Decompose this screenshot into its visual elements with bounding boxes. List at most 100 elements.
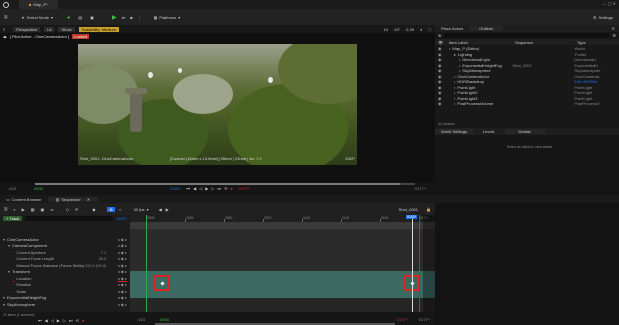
lock-icon[interactable]: 🔒 [426,207,431,212]
col-sequence[interactable]: Sequence [515,40,577,45]
map-tab[interactable]: ■ Map_P* [19,0,58,9]
close-icon[interactable]: ✕ [87,197,90,202]
find-icon[interactable]: ⌕ [13,207,15,212]
lit-button[interactable]: Lit [44,26,55,32]
add-key-icon[interactable]: ◂ ◆ ▸ [118,302,127,307]
track-value[interactable]: 100.0 (00:0) [84,263,107,268]
add-key-icon[interactable]: ◂ ◆ ▸ [118,276,127,281]
record-icon[interactable]: ● [82,318,84,323]
sequencer-scrollbar[interactable] [155,323,395,325]
filter-icon[interactable]: ⚌ [50,207,54,212]
expand-arrow-icon[interactable]: ▾ [3,295,5,300]
shot-track-bar[interactable] [130,222,435,229]
track-bullet-icon[interactable]: · [13,263,14,268]
point-light-icon[interactable] [148,72,153,78]
tab-content-browser[interactable]: ▭ Content Browser [0,197,48,202]
skip-start-icon[interactable]: ⏮ [38,318,42,323]
magnet-icon[interactable]: ∩ [119,207,122,212]
play-button[interactable]: ▶ [112,14,117,21]
add-filter-icon[interactable]: ⊕ [438,33,441,38]
loop-icon[interactable]: ⟲ [76,318,79,323]
scalability-badge[interactable]: Scalability: Medium [78,26,119,32]
grid-snap-value[interactable]: 10 [384,27,388,32]
play-icon[interactable]: ▶ [205,186,208,191]
tab-world-settings[interactable]: World Settings [435,129,473,134]
loop-icon[interactable]: ⟲ [224,186,227,191]
seq-end-frame[interactable]: 0177+ [397,317,408,322]
col-type[interactable]: Type [577,40,586,45]
timeline-area[interactable]: 0000 0025 0050 0075 0100 0125 0150 0175 0152* [130,215,435,312]
track-value[interactable]: 7.2 [84,250,107,255]
step-back-icon[interactable]: ◀ [193,186,196,191]
show-button[interactable]: Show [58,26,75,32]
track-bullet-icon[interactable]: ▾ [8,243,10,248]
track-search-input[interactable] [25,216,113,221]
rotation-snap-value[interactable]: 10° [394,27,400,32]
add-key-icon[interactable]: ◂ ◆ ▸ [118,269,127,274]
platforms-button[interactable]: ▦ Platforms ▾ [154,15,181,20]
render-icon[interactable]: ▶ [22,207,25,212]
add-key-icon[interactable]: ◂ ◆ ▸ [118,282,127,287]
tab-levels[interactable]: Levels [473,129,505,134]
step-forward-icon[interactable]: ▷ [63,318,66,323]
track-bullet-icon[interactable]: · [13,256,14,261]
seq-start-frame[interactable]: -015 [137,317,145,322]
point-light-icon[interactable] [178,68,182,73]
seq-out-frame[interactable]: 0177+ [419,317,430,322]
add-key-icon[interactable]: ◂ ◆ ▸ [118,243,127,248]
step-back-icon[interactable]: ◀ [45,318,48,323]
add-actor-icon[interactable]: ✚ [67,15,70,20]
viewport-scrub-bar[interactable] [35,183,415,185]
playhead-line[interactable] [412,215,413,312]
settings-icon[interactable]: ⚙ [612,33,616,38]
snap-button[interactable]: ⊕ [107,206,115,212]
settings-button[interactable]: ⚙ Settings [593,15,613,20]
eject-icon[interactable]: ⏏ [3,34,7,39]
step-button[interactable]: ⏭ [122,15,126,20]
more-options-icon[interactable]: ⋮ [138,15,142,20]
unreal-logo-icon[interactable] [3,1,9,8]
blueprint-icon[interactable]: ▤ [78,15,82,20]
key-icon[interactable]: ◆ [92,207,95,212]
transform-section[interactable] [130,271,435,298]
add-key-icon[interactable]: ◂ ◆ ▸ [118,237,127,242]
save-icon[interactable]: 🖫 [4,206,7,213]
step-back-icon[interactable]: ◀ [159,207,162,212]
playhead-frame-label[interactable]: 0152* [406,215,418,219]
tab-sequencer[interactable]: ▤ Sequencer ✕ [47,196,99,202]
maximize-icon[interactable]: ⛶ [428,27,431,32]
vp-current-frame[interactable]: 0152* [170,186,180,191]
shot-name[interactable]: Shot_0001 [399,207,418,212]
track-value[interactable]: 35.0 [84,256,107,261]
expand-arrow-icon[interactable]: ▾ [3,237,5,242]
track-bullet-icon[interactable]: ▾ [8,269,10,274]
save-icon[interactable]: 🖫 [4,14,7,21]
tab-details[interactable]: Details [504,129,545,134]
sequence-icon[interactable]: ▣ [90,15,94,20]
actions-icon[interactable]: ▦ [31,207,35,212]
scale-snap-value[interactable]: 0.25 [406,27,414,32]
col-item-label[interactable]: Item Label [449,40,515,45]
step-forward-icon[interactable]: ▷ [211,186,214,191]
skip-end-icon[interactable]: ⏭ [217,186,221,191]
track-bullet-icon[interactable]: · [13,282,14,287]
visibility-icon[interactable]: 👁 [438,40,443,45]
step-forward-icon[interactable]: ▶ [166,207,169,212]
record-icon[interactable]: ● [230,186,232,191]
camera-icon[interactable]: ▣ [41,207,45,212]
track-row[interactable]: ▾ SkyAtmosphere ◂ ◆ ▸ [0,301,130,308]
playback-options-icon[interactable]: ⟳ [75,207,78,212]
select-mode-dropdown[interactable]: ➤ Select Mode ▾ [21,15,53,20]
outliner-row[interactable]: ◉ • PostProcessVolume PostProcessV [435,101,619,107]
visibility-icon[interactable]: ◉ [438,101,442,107]
add-key-icon[interactable]: ◂ ◆ ▸ [118,250,127,255]
track-bullet-icon[interactable]: · [13,289,14,294]
view-options-icon[interactable]: ◇ [66,207,69,212]
track-bullet-icon[interactable]: · [13,250,14,255]
perspective-button[interactable]: Perspective [13,26,41,32]
keyframe-start-highlight[interactable] [154,275,170,291]
camera-speed-value[interactable]: 4 [420,27,422,32]
skip-end-icon[interactable]: ⏭ [69,318,73,323]
add-track-button[interactable]: + Track [3,216,23,221]
point-light-icon[interactable] [268,77,273,83]
